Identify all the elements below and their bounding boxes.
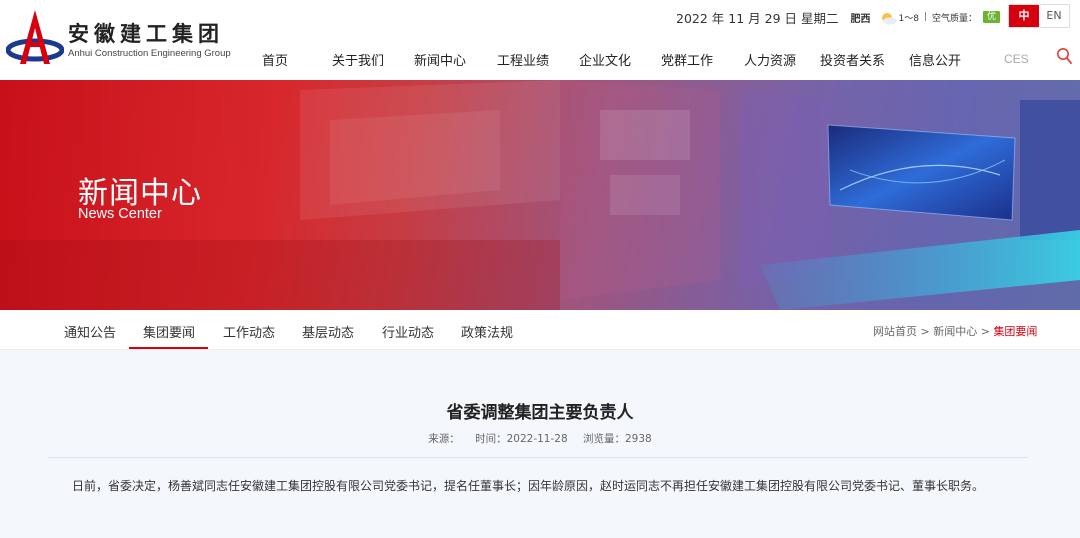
current-date: 2022 年 11 月 29 日 星期二 xyxy=(676,10,839,26)
breadcrumb: 网站首页 > 新闻中心 > 集团要闻 xyxy=(873,323,1037,339)
article-body: 日前，省委决定，杨善斌同志任安徽建工集团控股有限公司党委书记，提名任董事长；因年… xyxy=(72,479,985,493)
subnav-tab-industry[interactable]: 行业动态 xyxy=(382,322,434,341)
nav-item-news[interactable]: 新闻中心 xyxy=(414,50,466,69)
nav-item-hr[interactable]: 人力资源 xyxy=(744,50,796,69)
article-views-value: 2938 xyxy=(624,433,652,445)
subnav-tab-group-news[interactable]: 集团要闻 xyxy=(143,322,195,341)
breadcrumb-separator: > xyxy=(980,325,990,338)
article-title: 省委调整集团主要负责人 xyxy=(446,403,634,423)
search-icon[interactable] xyxy=(1056,47,1072,65)
article-meta: 来源： 时间：2022-11-28 浏览量：2938 xyxy=(0,431,1080,446)
article-divider xyxy=(48,457,1028,458)
article-views: 浏览量：2938 xyxy=(583,433,652,445)
nav-item-ces[interactable]: CES xyxy=(1004,52,1029,66)
article-source: 来源： xyxy=(428,433,460,445)
nav-item-investors[interactable]: 投资者关系 xyxy=(820,50,885,69)
subnav-tab-grassroots[interactable]: 基层动态 xyxy=(302,322,354,341)
lang-en-button[interactable]: EN xyxy=(1039,5,1069,27)
article-source-label: 来源： xyxy=(428,433,460,445)
logo-en-text: Anhui Construction Engineering Group xyxy=(68,48,231,59)
breadcrumb-separator: > xyxy=(920,325,930,338)
logo-cn-text: 安徽建工集团 xyxy=(68,22,224,46)
subnav-active-indicator xyxy=(129,347,208,349)
logo-mark-icon xyxy=(6,10,64,64)
weather-city: 肥西 xyxy=(850,13,871,25)
temperature: 1～8 xyxy=(898,13,919,24)
nav-item-home[interactable]: 首页 xyxy=(262,50,288,69)
nav-item-party[interactable]: 党群工作 xyxy=(661,50,713,69)
subnav-tab-work-updates[interactable]: 工作动态 xyxy=(223,322,275,341)
breadcrumb-home-link[interactable]: 网站首页 xyxy=(873,325,917,338)
date-weather-bar: 2022 年 11 月 29 日 星期二 肥西 1～8 | 空气质量： 优 xyxy=(676,8,1000,26)
article-views-label: 浏览量： xyxy=(582,433,625,445)
breadcrumb-current: 集团要闻 xyxy=(993,325,1038,338)
air-quality-label: 空气质量： xyxy=(931,13,977,24)
subnav-tab-policy[interactable]: 政策法规 xyxy=(461,322,513,341)
section-subnav: 通知公告 集团要闻 工作动态 基层动态 行业动态 政策法规 网站首页 > 新闻中… xyxy=(0,310,1080,350)
language-switch: 中 EN xyxy=(1008,4,1070,28)
banner-subtitle: News Center xyxy=(78,206,162,222)
nav-item-projects[interactable]: 工程业绩 xyxy=(497,50,549,69)
article-area: 省委调整集团主要负责人 来源： 时间：2022-11-28 浏览量：2938 日… xyxy=(0,350,1080,538)
article-time-value: 2022-11-28 xyxy=(506,433,568,445)
air-quality-badge: 优 xyxy=(982,11,1000,23)
article-time-label: 时间： xyxy=(475,433,507,445)
article-time: 时间：2022-11-28 xyxy=(475,433,568,445)
weather-separator: | xyxy=(923,12,927,22)
sun-cloud-icon xyxy=(878,9,898,25)
lang-zh-button[interactable]: 中 xyxy=(1009,5,1039,27)
site-header: 安徽建工集团 Anhui Construction Engineering Gr… xyxy=(0,0,1080,80)
logo[interactable]: 安徽建工集团 Anhui Construction Engineering Gr… xyxy=(6,6,236,68)
nav-item-about[interactable]: 关于我们 xyxy=(332,50,384,69)
breadcrumb-section-link[interactable]: 新闻中心 xyxy=(933,325,977,338)
nav-item-culture[interactable]: 企业文化 xyxy=(579,50,631,69)
page-banner: 新闻中心 News Center xyxy=(0,80,1080,310)
subnav-tab-notices[interactable]: 通知公告 xyxy=(64,322,116,341)
nav-item-disclosure[interactable]: 信息公开 xyxy=(909,50,961,69)
